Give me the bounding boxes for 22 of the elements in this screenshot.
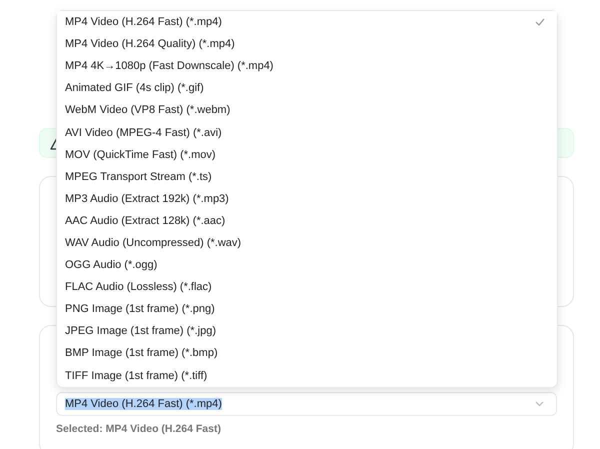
checkmark-icon [535,18,545,26]
menu-option[interactable]: AVI Video (MPEG-4 Fast) (*.avi) [57,121,557,144]
selected-caption: Selected: MP4 Video (H.264 Fast) [56,423,222,435]
menu-option[interactable]: MOV (QuickTime Fast) (*.mov) [57,144,557,166]
menu-option[interactable]: TIFF Image (1st frame) (*.tiff) [57,364,557,387]
format-select[interactable]: MP4 Video (H.264 Fast) (*.mp4) [56,392,557,416]
menu-option[interactable]: MP4 Video (H.264 Fast) (*.mp4) [57,11,557,34]
menu-option[interactable]: MP4 4K→1080p (Fast Downscale) (*.mp4) [57,55,557,78]
menu-option[interactable]: MP4 Video (H.264 Quality) (*.mp4) [57,33,557,56]
menu-option[interactable]: BMP Image (1st frame) (*.bmp) [57,342,557,364]
menu-option[interactable]: JPEG Image (1st frame) (*.jpg) [57,320,557,342]
menu-option[interactable]: WebM Video (VP8 Fast) (*.webm) [57,99,557,122]
chevron-down-icon [535,401,544,407]
menu-option[interactable]: MP3 Audio (Extract 192k) (*.mp3) [57,188,557,210]
menu-option[interactable]: OGG Audio (*.ogg) [57,254,557,276]
menu-option[interactable]: PNG Image (1st frame) (*.png) [57,298,557,320]
menu-option[interactable]: MPEG Transport Stream (*.ts) [57,166,557,188]
menu-option[interactable]: WAV Audio (Uncompressed) (*.wav) [57,232,557,254]
menu-option[interactable]: Animated GIF (4s clip) (*.gif) [57,77,557,100]
menu-option[interactable]: FLAC Audio (Lossless) (*.flac) [57,276,557,298]
select-value: MP4 Video (H.264 Fast) (*.mp4) [65,398,222,410]
menu-option[interactable]: AAC Audio (Extract 128k) (*.aac) [57,210,557,232]
